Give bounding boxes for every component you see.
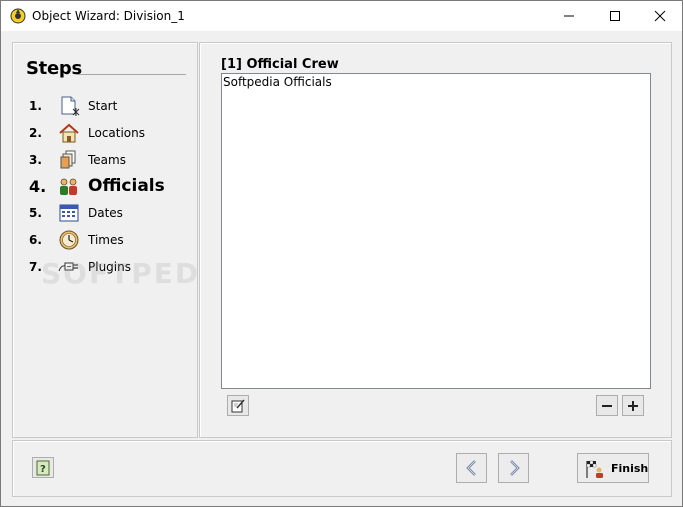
step-number: 4. — [29, 177, 47, 196]
step-label: Teams — [88, 153, 126, 167]
step-number: 5. — [29, 206, 42, 220]
people-icon — [60, 178, 77, 195]
minimize-button[interactable] — [546, 1, 592, 31]
finish-label: Finish — [611, 462, 649, 475]
steps-divider — [76, 74, 186, 75]
crew-list[interactable]: Softpedia Officials — [221, 73, 651, 389]
clock-icon — [59, 230, 79, 250]
step-label: Locations — [88, 126, 146, 140]
cards-icon — [60, 150, 76, 169]
step-number: 1. — [29, 99, 42, 113]
maximize-button[interactable] — [592, 1, 638, 31]
app-icon — [10, 8, 26, 24]
calendar-icon — [59, 204, 79, 222]
house-icon — [59, 123, 79, 143]
new-document-icon — [61, 96, 80, 116]
close-button[interactable] — [637, 1, 683, 31]
close-icon — [654, 10, 666, 22]
remove-button[interactable] — [596, 395, 618, 416]
steps-heading: Steps — [26, 58, 82, 79]
finish-flag-icon — [586, 460, 603, 478]
chevron-right-icon — [510, 460, 520, 476]
help-button[interactable]: ? — [32, 457, 54, 478]
chevron-left-icon — [466, 460, 476, 476]
maximize-icon — [610, 11, 620, 21]
finish-button[interactable]: Finish — [577, 453, 649, 483]
object-wizard-window: Object Wizard: Division_1 Steps 1. Start… — [0, 0, 683, 507]
back-button[interactable] — [456, 453, 487, 483]
minimize-icon — [564, 15, 574, 17]
svg-text:?: ? — [40, 464, 46, 475]
footer-panel — [12, 440, 672, 497]
plus-icon — [628, 401, 638, 411]
step-number: 2. — [29, 126, 42, 140]
window-title: Object Wizard: Division_1 — [32, 9, 185, 23]
edit-button[interactable] — [227, 395, 249, 416]
step-number: 6. — [29, 233, 42, 247]
step-label: Times — [88, 233, 124, 247]
minus-icon — [602, 405, 612, 407]
help-icon: ? — [36, 460, 50, 476]
step-number: 3. — [29, 153, 42, 167]
step-label: Officials — [88, 176, 165, 196]
next-button[interactable] — [498, 453, 529, 483]
edit-icon — [231, 399, 245, 413]
list-item[interactable]: Softpedia Officials — [223, 75, 332, 89]
step-label: Dates — [88, 206, 123, 220]
step-number: 7. — [29, 260, 42, 274]
title-bar[interactable]: Object Wizard: Division_1 — [1, 1, 682, 31]
add-button[interactable] — [622, 395, 644, 416]
step-label: Start — [88, 99, 118, 113]
crew-title: [1] Official Crew — [221, 57, 339, 72]
